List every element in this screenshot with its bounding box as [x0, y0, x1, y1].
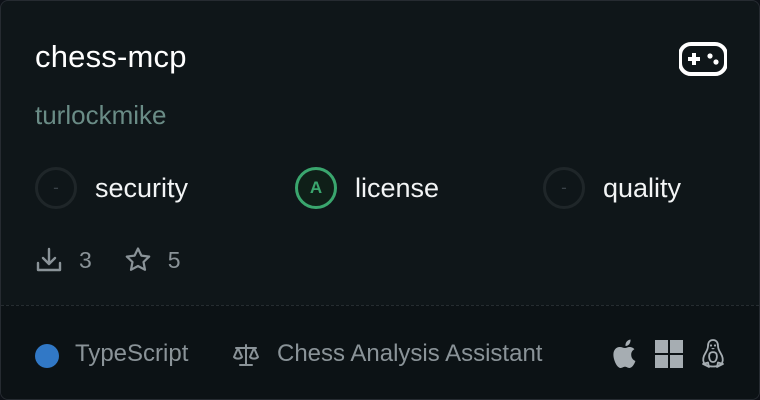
card-footer: TypeScript Chess Analysis Assistant: [1, 305, 759, 399]
license-grade-badge: A: [295, 167, 337, 209]
security-grade-badge: -: [35, 167, 77, 209]
download-icon: [36, 247, 62, 272]
security-score: - security: [35, 164, 188, 212]
gamepad-icon: [679, 42, 727, 76]
language-color-dot: [35, 344, 59, 368]
scale-icon: [233, 344, 259, 366]
downloads-stat: 3: [35, 246, 92, 274]
quality-score: - quality: [543, 164, 681, 212]
stars-count: 5: [167, 246, 181, 273]
quality-label: quality: [603, 172, 682, 203]
server-card[interactable]: chess-mcp turlockmike - security A licen…: [0, 0, 760, 400]
star-icon: [125, 247, 151, 271]
server-name[interactable]: chess-mcp: [35, 39, 187, 75]
author-name[interactable]: turlockmike: [35, 100, 166, 131]
license-label: license: [355, 172, 440, 203]
stats-row: 3 5: [35, 244, 213, 276]
language-label: TypeScript: [75, 340, 189, 367]
downloads-count: 3: [79, 246, 92, 273]
security-label: security: [95, 172, 189, 203]
apple-icon: [613, 339, 636, 368]
license-score: A license: [295, 164, 439, 212]
quality-grade-badge: -: [543, 167, 585, 209]
stars-stat: 5: [124, 246, 181, 274]
windows-icon: [655, 340, 683, 368]
linux-icon: [702, 339, 724, 368]
category-label: Chess Analysis Assistant: [277, 340, 543, 367]
